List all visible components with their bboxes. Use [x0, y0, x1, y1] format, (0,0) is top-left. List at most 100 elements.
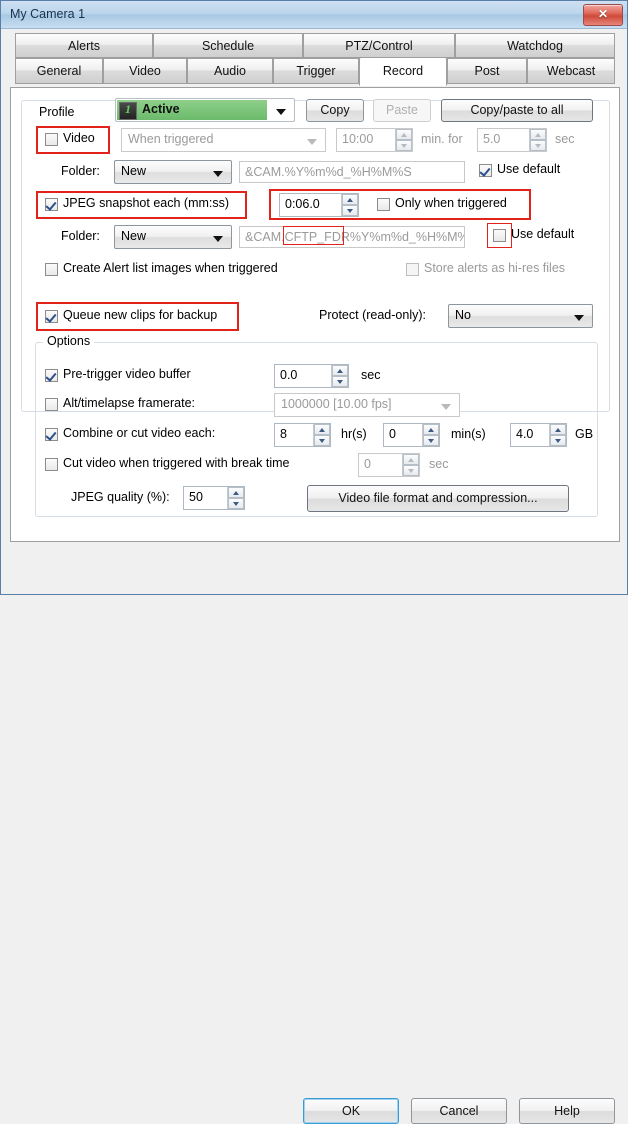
- video-folder-mode-combo[interactable]: New: [114, 160, 232, 184]
- tab-label: Webcast: [528, 59, 614, 84]
- create-alert-images-checkbox[interactable]: [45, 263, 58, 276]
- jpeg-only-when-triggered-label: Only when triggered: [395, 196, 507, 210]
- camera-settings-window: My Camera 1 ✕ Alerts Schedule PTZ/Contro…: [0, 0, 628, 595]
- tab-label: Schedule: [154, 34, 302, 58]
- tab-label: General: [16, 59, 102, 84]
- video-label: Video: [63, 131, 95, 145]
- tab-watchdog[interactable]: Watchdog: [455, 33, 615, 58]
- jpeg-folder-suffix: %Y%m%d_%H%M%S: [350, 230, 465, 244]
- video-interval-value: 10:00: [342, 132, 373, 146]
- video-folder-label: Folder:: [61, 164, 100, 178]
- alt-framerate-checkbox[interactable]: [45, 398, 58, 411]
- chevron-down-icon: [574, 315, 584, 321]
- protect-value: No: [455, 308, 471, 322]
- window-title: My Camera 1: [10, 7, 85, 21]
- spinner-down-icon: [396, 140, 412, 151]
- video-mode-combo: When triggered: [121, 128, 326, 152]
- pretrigger-buffer-label: Pre-trigger video buffer: [63, 367, 191, 381]
- tab-audio[interactable]: Audio: [187, 58, 273, 84]
- chevron-down-icon: [307, 139, 317, 145]
- combine-minutes-spinner[interactable]: 0: [383, 423, 440, 447]
- cancel-button[interactable]: Cancel: [411, 1098, 507, 1124]
- tab-general[interactable]: General: [15, 58, 103, 84]
- paste-button: Paste: [373, 99, 431, 122]
- spinner-up-icon[interactable]: [332, 365, 348, 376]
- video-checkbox[interactable]: [45, 133, 58, 146]
- copy-button[interactable]: Copy: [306, 99, 364, 122]
- alt-framerate-combo: 1000000 [10.00 fps]: [274, 393, 460, 417]
- tab-ptz-control[interactable]: PTZ/Control: [303, 33, 455, 58]
- tab-post[interactable]: Post: [447, 58, 527, 84]
- tab-label: Alerts: [16, 34, 152, 58]
- spinner-down-icon[interactable]: [342, 205, 358, 216]
- tab-schedule[interactable]: Schedule: [153, 33, 303, 58]
- jpeg-snapshot-checkbox[interactable]: [45, 198, 58, 211]
- combine-cut-checkbox[interactable]: [45, 428, 58, 441]
- options-legend: Options: [43, 334, 94, 348]
- spinner-up-icon[interactable]: [550, 424, 566, 435]
- chevron-down-icon: [213, 171, 223, 177]
- pretrigger-buffer-checkbox[interactable]: [45, 369, 58, 382]
- tab-strip: Alerts Schedule PTZ/Control Watchdog Gen…: [1, 28, 627, 87]
- video-use-default-label: Use default: [497, 162, 560, 176]
- spinner-up-icon[interactable]: [342, 194, 358, 205]
- spinner-down-icon[interactable]: [332, 376, 348, 387]
- pretrigger-sec-label: sec: [361, 368, 380, 382]
- help-button[interactable]: Help: [519, 1098, 615, 1124]
- cut-break-time-label: Cut video when triggered with break time: [63, 456, 290, 470]
- tab-trigger[interactable]: Trigger: [273, 58, 359, 84]
- spinner-up-icon[interactable]: [228, 487, 244, 498]
- protect-combo[interactable]: No: [448, 304, 593, 328]
- spinner-down-icon[interactable]: [314, 435, 330, 446]
- queue-backup-checkbox[interactable]: [45, 310, 58, 323]
- combine-hours-spinner[interactable]: 8: [274, 423, 331, 447]
- video-format-compression-button[interactable]: Video file format and compression...: [307, 485, 569, 512]
- spinner-up-icon[interactable]: [423, 424, 439, 435]
- tab-alerts[interactable]: Alerts: [15, 33, 153, 58]
- jpeg-folder-pattern-input[interactable]: &CAM.CFTP_FDR%Y%m%d_%H%M%S: [239, 226, 465, 248]
- record-tab-panel: Profile 1 Active Copy Paste Copy/paste t…: [10, 87, 620, 542]
- tab-label: Trigger: [274, 59, 358, 84]
- combine-size-spinner[interactable]: 4.0: [510, 423, 567, 447]
- alt-framerate-value: 1000000 [10.00 fps]: [281, 397, 392, 411]
- combine-hours-value: 8: [280, 427, 287, 441]
- jpeg-interval-spinner[interactable]: 0:06.0: [279, 193, 359, 217]
- jpeg-quality-spinner[interactable]: 50: [183, 486, 245, 510]
- video-folder-mode-value: New: [121, 164, 146, 178]
- jpeg-snapshot-label: JPEG snapshot each (mm:ss): [63, 196, 229, 210]
- tab-record[interactable]: Record: [359, 57, 447, 86]
- video-use-default-checkbox[interactable]: [479, 164, 492, 177]
- spinner-up-icon: [530, 129, 546, 140]
- close-icon: ✕: [584, 7, 622, 21]
- alt-framerate-label: Alt/timelapse framerate:: [63, 396, 195, 410]
- pretrigger-buffer-spinner[interactable]: 0.0: [274, 364, 349, 388]
- jpeg-use-default-checkbox[interactable]: [493, 229, 506, 242]
- jpeg-folder-mode-combo[interactable]: New: [114, 225, 232, 249]
- jpeg-folder-highlight: CFTP_FDR: [285, 230, 350, 244]
- spinner-down-icon: [403, 465, 419, 476]
- spinner-down-icon[interactable]: [423, 435, 439, 446]
- video-folder-pattern-input[interactable]: &CAM.%Y%m%d_%H%M%S: [239, 161, 465, 183]
- tab-label: Record: [360, 58, 446, 84]
- cut-break-time-value: 0: [364, 457, 371, 471]
- ok-button[interactable]: OK: [303, 1098, 399, 1124]
- spinner-down-icon: [530, 140, 546, 151]
- video-mode-value: When triggered: [128, 132, 213, 146]
- spinner-down-icon[interactable]: [550, 435, 566, 446]
- close-button[interactable]: ✕: [583, 4, 623, 26]
- cut-break-time-checkbox[interactable]: [45, 458, 58, 471]
- combine-hours-unit-label: hr(s): [341, 427, 367, 441]
- video-min-for-label: min. for: [421, 132, 463, 146]
- spinner-down-icon[interactable]: [228, 498, 244, 509]
- tab-webcast[interactable]: Webcast: [527, 58, 615, 84]
- combine-cut-label: Combine or cut video each:: [63, 426, 215, 440]
- tab-label: Video: [104, 59, 186, 84]
- jpeg-interval-value: 0:06.0: [285, 197, 320, 211]
- tab-video[interactable]: Video: [103, 58, 187, 84]
- chevron-down-icon: [276, 109, 286, 115]
- copy-paste-to-all-button[interactable]: Copy/paste to all: [441, 99, 593, 122]
- profile-combo[interactable]: 1 Active: [115, 98, 295, 122]
- spinner-up-icon[interactable]: [314, 424, 330, 435]
- jpeg-only-when-triggered-checkbox[interactable]: [377, 198, 390, 211]
- combine-minutes-value: 0: [389, 427, 396, 441]
